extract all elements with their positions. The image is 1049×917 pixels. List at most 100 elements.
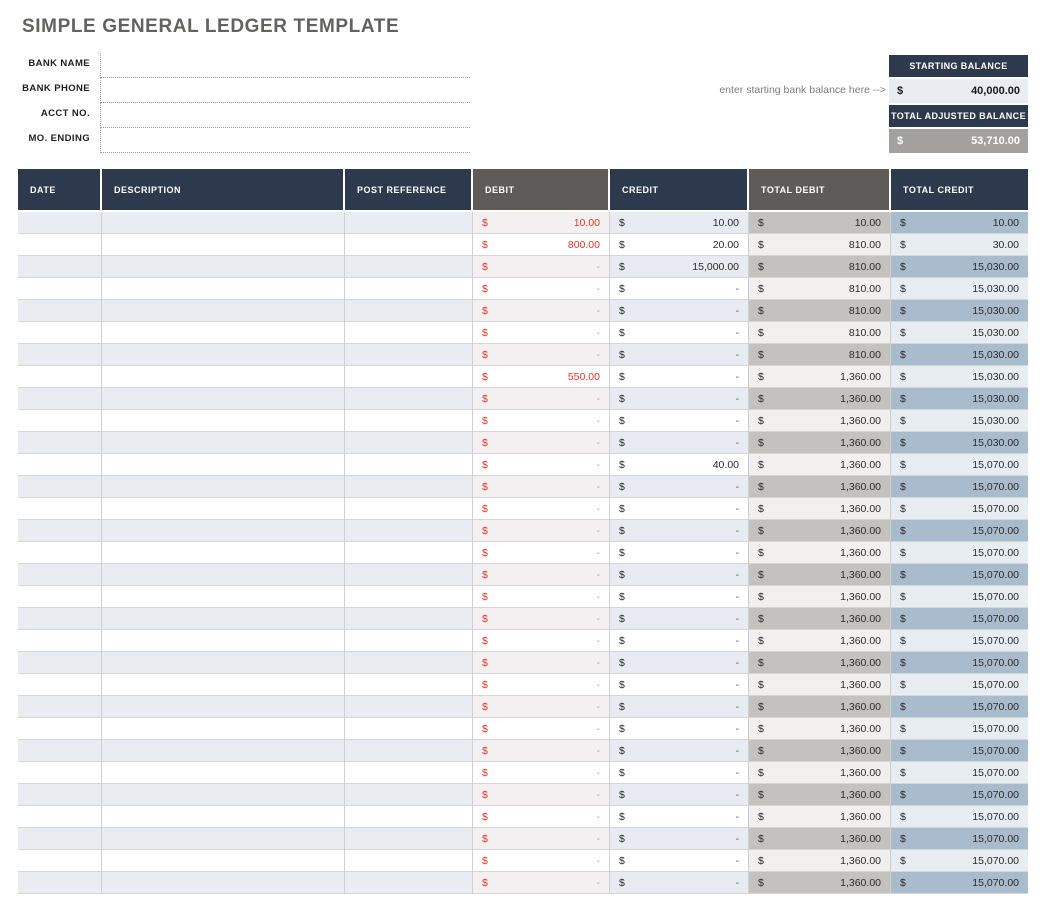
cell-total_debit[interactable]: $1,360.00 bbox=[749, 520, 891, 542]
cell-debit[interactable]: $- bbox=[473, 278, 610, 300]
cell-post_reference[interactable] bbox=[345, 872, 473, 894]
cell-total_debit[interactable]: $1,360.00 bbox=[749, 652, 891, 674]
cell-total_credit[interactable]: $15,070.00 bbox=[891, 740, 1028, 762]
cell-date[interactable] bbox=[18, 344, 102, 366]
cell-total_debit[interactable]: $810.00 bbox=[749, 344, 891, 366]
cell-debit[interactable]: $- bbox=[473, 322, 610, 344]
cell-description[interactable] bbox=[102, 718, 345, 740]
starting-balance-value-cell[interactable]: $ 40,000.00 bbox=[889, 79, 1028, 103]
cell-post_reference[interactable] bbox=[345, 388, 473, 410]
cell-post_reference[interactable] bbox=[345, 784, 473, 806]
cell-debit[interactable]: $- bbox=[473, 850, 610, 872]
cell-date[interactable] bbox=[18, 498, 102, 520]
cell-total_debit[interactable]: $1,360.00 bbox=[749, 740, 891, 762]
cell-debit[interactable]: $- bbox=[473, 586, 610, 608]
cell-date[interactable] bbox=[18, 388, 102, 410]
cell-date[interactable] bbox=[18, 366, 102, 388]
cell-debit[interactable]: $- bbox=[473, 564, 610, 586]
cell-post_reference[interactable] bbox=[345, 366, 473, 388]
cell-debit[interactable]: $- bbox=[473, 784, 610, 806]
cell-credit[interactable]: $- bbox=[610, 432, 749, 454]
cell-total_credit[interactable]: $15,030.00 bbox=[891, 256, 1028, 278]
cell-credit[interactable]: $- bbox=[610, 278, 749, 300]
cell-total_credit[interactable]: $15,030.00 bbox=[891, 366, 1028, 388]
cell-debit[interactable]: $10.00 bbox=[473, 212, 610, 234]
cell-total_credit[interactable]: $15,070.00 bbox=[891, 696, 1028, 718]
cell-total_debit[interactable]: $810.00 bbox=[749, 234, 891, 256]
cell-description[interactable] bbox=[102, 432, 345, 454]
cell-debit[interactable]: $- bbox=[473, 806, 610, 828]
cell-description[interactable] bbox=[102, 740, 345, 762]
cell-post_reference[interactable] bbox=[345, 520, 473, 542]
cell-date[interactable] bbox=[18, 234, 102, 256]
cell-credit[interactable]: $40.00 bbox=[610, 454, 749, 476]
cell-date[interactable] bbox=[18, 564, 102, 586]
cell-description[interactable] bbox=[102, 212, 345, 234]
cell-total_credit[interactable]: $15,030.00 bbox=[891, 410, 1028, 432]
cell-total_debit[interactable]: $810.00 bbox=[749, 256, 891, 278]
cell-total_debit[interactable]: $1,360.00 bbox=[749, 542, 891, 564]
cell-post_reference[interactable] bbox=[345, 476, 473, 498]
cell-debit[interactable]: $- bbox=[473, 300, 610, 322]
cell-post_reference[interactable] bbox=[345, 410, 473, 432]
cell-total_debit[interactable]: $1,360.00 bbox=[749, 454, 891, 476]
cell-credit[interactable]: $- bbox=[610, 762, 749, 784]
cell-total_debit[interactable]: $1,360.00 bbox=[749, 498, 891, 520]
cell-description[interactable] bbox=[102, 696, 345, 718]
cell-credit[interactable]: $- bbox=[610, 784, 749, 806]
cell-total_credit[interactable]: $15,070.00 bbox=[891, 828, 1028, 850]
cell-description[interactable] bbox=[102, 410, 345, 432]
cell-date[interactable] bbox=[18, 322, 102, 344]
cell-description[interactable] bbox=[102, 344, 345, 366]
cell-credit[interactable]: $- bbox=[610, 410, 749, 432]
cell-debit[interactable]: $- bbox=[473, 520, 610, 542]
cell-date[interactable] bbox=[18, 586, 102, 608]
cell-total_debit[interactable]: $1,360.00 bbox=[749, 762, 891, 784]
cell-total_credit[interactable]: $15,070.00 bbox=[891, 520, 1028, 542]
cell-date[interactable] bbox=[18, 542, 102, 564]
cell-total_debit[interactable]: $1,360.00 bbox=[749, 366, 891, 388]
cell-post_reference[interactable] bbox=[345, 212, 473, 234]
cell-date[interactable] bbox=[18, 806, 102, 828]
cell-debit[interactable]: $- bbox=[473, 476, 610, 498]
cell-post_reference[interactable] bbox=[345, 454, 473, 476]
cell-description[interactable] bbox=[102, 784, 345, 806]
cell-post_reference[interactable] bbox=[345, 630, 473, 652]
cell-date[interactable] bbox=[18, 410, 102, 432]
cell-date[interactable] bbox=[18, 476, 102, 498]
cell-debit[interactable]: $- bbox=[473, 762, 610, 784]
cell-credit[interactable]: $- bbox=[610, 674, 749, 696]
cell-date[interactable] bbox=[18, 828, 102, 850]
cell-debit[interactable]: $- bbox=[473, 498, 610, 520]
cell-total_credit[interactable]: $15,070.00 bbox=[891, 454, 1028, 476]
cell-credit[interactable]: $- bbox=[610, 608, 749, 630]
cell-description[interactable] bbox=[102, 322, 345, 344]
cell-date[interactable] bbox=[18, 432, 102, 454]
cell-credit[interactable]: $- bbox=[610, 806, 749, 828]
cell-date[interactable] bbox=[18, 256, 102, 278]
cell-date[interactable] bbox=[18, 652, 102, 674]
cell-total_debit[interactable]: $1,360.00 bbox=[749, 696, 891, 718]
cell-credit[interactable]: $- bbox=[610, 850, 749, 872]
cell-description[interactable] bbox=[102, 366, 345, 388]
cell-total_credit[interactable]: $15,070.00 bbox=[891, 674, 1028, 696]
cell-total_debit[interactable]: $1,360.00 bbox=[749, 608, 891, 630]
cell-post_reference[interactable] bbox=[345, 498, 473, 520]
cell-total_credit[interactable]: $15,030.00 bbox=[891, 322, 1028, 344]
cell-total_credit[interactable]: $15,070.00 bbox=[891, 608, 1028, 630]
cell-credit[interactable]: $- bbox=[610, 740, 749, 762]
cell-date[interactable] bbox=[18, 696, 102, 718]
cell-credit[interactable]: $- bbox=[610, 366, 749, 388]
cell-total_debit[interactable]: $1,360.00 bbox=[749, 410, 891, 432]
cell-total_debit[interactable]: $1,360.00 bbox=[749, 850, 891, 872]
cell-credit[interactable]: $- bbox=[610, 542, 749, 564]
cell-description[interactable] bbox=[102, 674, 345, 696]
cell-date[interactable] bbox=[18, 762, 102, 784]
cell-credit[interactable]: $- bbox=[610, 564, 749, 586]
cell-date[interactable] bbox=[18, 520, 102, 542]
cell-debit[interactable]: $- bbox=[473, 828, 610, 850]
cell-date[interactable] bbox=[18, 278, 102, 300]
cell-description[interactable] bbox=[102, 564, 345, 586]
cell-post_reference[interactable] bbox=[345, 256, 473, 278]
cell-debit[interactable]: $- bbox=[473, 542, 610, 564]
